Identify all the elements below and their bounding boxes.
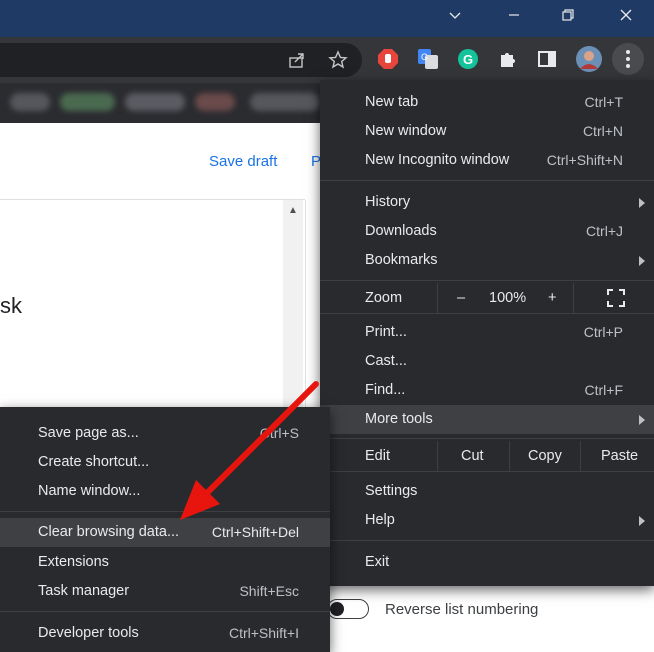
menu-item-cast[interactable]: Cast... bbox=[320, 347, 654, 376]
menu-item-find[interactable]: Find... Ctrl+F bbox=[320, 376, 654, 405]
star-icon bbox=[328, 50, 348, 69]
share-icon bbox=[289, 53, 304, 68]
reverse-list-toggle[interactable] bbox=[327, 599, 369, 619]
menu-item-settings[interactable]: Settings bbox=[320, 477, 654, 506]
kebab-menu-icon bbox=[626, 50, 630, 68]
menu-separator bbox=[0, 611, 330, 612]
save-draft-link[interactable]: Save draft bbox=[209, 153, 277, 170]
svg-text:G: G bbox=[463, 52, 473, 67]
submenu-item-clear-browsing-data[interactable]: Clear browsing data... Ctrl+Shift+Del bbox=[0, 518, 330, 547]
submenu-arrow-icon bbox=[639, 256, 645, 266]
menu-item-exit[interactable]: Exit bbox=[320, 548, 654, 577]
side-panel-button[interactable] bbox=[535, 47, 559, 71]
avatar-icon bbox=[576, 46, 602, 72]
share-button[interactable] bbox=[285, 48, 309, 72]
editor-text: sk bbox=[0, 293, 22, 318]
cut-button[interactable]: Cut bbox=[461, 448, 484, 464]
close-icon bbox=[620, 9, 632, 21]
zoom-level: 100% bbox=[489, 290, 527, 306]
menu-separator bbox=[320, 280, 654, 281]
menu-separator bbox=[320, 471, 654, 472]
menu-item-bookmarks[interactable]: Bookmarks bbox=[320, 246, 654, 275]
menu-item-new-incognito-window[interactable]: New Incognito window Ctrl+Shift+N bbox=[320, 146, 654, 175]
submenu-arrow-icon bbox=[639, 415, 645, 425]
google-translate-extension[interactable]: G bbox=[416, 47, 440, 71]
browser-toolbar: G G bbox=[0, 37, 654, 83]
divider bbox=[0, 199, 305, 200]
menu-separator bbox=[0, 511, 330, 512]
paste-button[interactable]: Paste bbox=[601, 448, 638, 464]
scroll-up-arrow-icon[interactable]: ▲ bbox=[283, 200, 303, 220]
bookmarks-bar bbox=[0, 83, 330, 123]
bookmark-star-button[interactable] bbox=[326, 48, 350, 72]
menu-item-history[interactable]: History bbox=[320, 188, 654, 217]
zoom-label: Zoom bbox=[365, 290, 403, 306]
submenu-item-task-manager[interactable]: Task manager Shift+Esc bbox=[0, 577, 330, 606]
menu-item-downloads[interactable]: Downloads Ctrl+J bbox=[320, 217, 654, 246]
chrome-menu-button[interactable] bbox=[612, 43, 644, 75]
menu-separator bbox=[320, 313, 654, 314]
reverse-list-label: Reverse list numbering bbox=[385, 601, 539, 618]
profile-avatar[interactable] bbox=[575, 45, 603, 73]
menu-row-edit: Edit Cut Copy Paste bbox=[320, 441, 654, 471]
address-bar[interactable] bbox=[0, 43, 362, 77]
tab-search-button[interactable] bbox=[427, 0, 483, 30]
zoom-out-button[interactable]: – bbox=[457, 290, 465, 306]
menu-separator bbox=[320, 180, 654, 181]
menu-item-new-tab[interactable]: New tab Ctrl+T bbox=[320, 88, 654, 117]
menu-separator bbox=[320, 540, 654, 541]
zoom-in-button[interactable]: + bbox=[548, 290, 556, 306]
restore-icon bbox=[562, 9, 574, 21]
fullscreen-icon bbox=[607, 289, 625, 307]
submenu-arrow-icon bbox=[639, 198, 645, 208]
menu-item-new-window[interactable]: New window Ctrl+N bbox=[320, 117, 654, 146]
menu-item-more-tools[interactable]: More tools bbox=[320, 405, 654, 434]
svg-text:G: G bbox=[421, 52, 428, 62]
submenu-item-extensions[interactable]: Extensions bbox=[0, 548, 330, 577]
grammarly-extension[interactable]: G bbox=[456, 47, 480, 71]
submenu-arrow-icon bbox=[639, 516, 645, 526]
submenu-item-developer-tools[interactable]: Developer tools Ctrl+Shift+I bbox=[0, 619, 330, 648]
menu-item-help[interactable]: Help bbox=[320, 506, 654, 535]
more-tools-submenu: Save page as... Ctrl+S Create shortcut...… bbox=[0, 407, 330, 652]
menu-separator bbox=[320, 438, 654, 439]
window-titlebar bbox=[0, 0, 654, 37]
minimize-icon bbox=[509, 14, 519, 16]
submenu-item-save-page-as[interactable]: Save page as... Ctrl+S bbox=[0, 419, 330, 448]
minimize-button[interactable] bbox=[486, 0, 542, 30]
toggle-knob bbox=[330, 602, 344, 616]
chrome-main-menu: New tab Ctrl+T New window Ctrl+N New Incog… bbox=[320, 80, 654, 586]
side-panel-icon bbox=[538, 51, 556, 67]
edit-label: Edit bbox=[365, 448, 390, 464]
puzzle-icon bbox=[501, 53, 515, 67]
google-translate-icon: G bbox=[418, 49, 438, 69]
submenu-item-name-window[interactable]: Name window... bbox=[0, 477, 330, 506]
fullscreen-button[interactable] bbox=[607, 289, 625, 311]
menu-row-zoom: Zoom – 100% + bbox=[320, 283, 654, 313]
close-window-button[interactable] bbox=[598, 0, 654, 30]
extensions-button[interactable] bbox=[496, 47, 520, 71]
submenu-item-create-shortcut[interactable]: Create shortcut... bbox=[0, 448, 330, 477]
copy-button[interactable]: Copy bbox=[528, 448, 562, 464]
grammarly-icon: G bbox=[458, 49, 478, 69]
restore-button[interactable] bbox=[540, 0, 596, 30]
menu-item-print[interactable]: Print... Ctrl+P bbox=[320, 318, 654, 347]
adblock-icon bbox=[378, 49, 398, 69]
chevron-down-icon bbox=[449, 12, 461, 19]
adblock-extension[interactable] bbox=[376, 47, 400, 71]
